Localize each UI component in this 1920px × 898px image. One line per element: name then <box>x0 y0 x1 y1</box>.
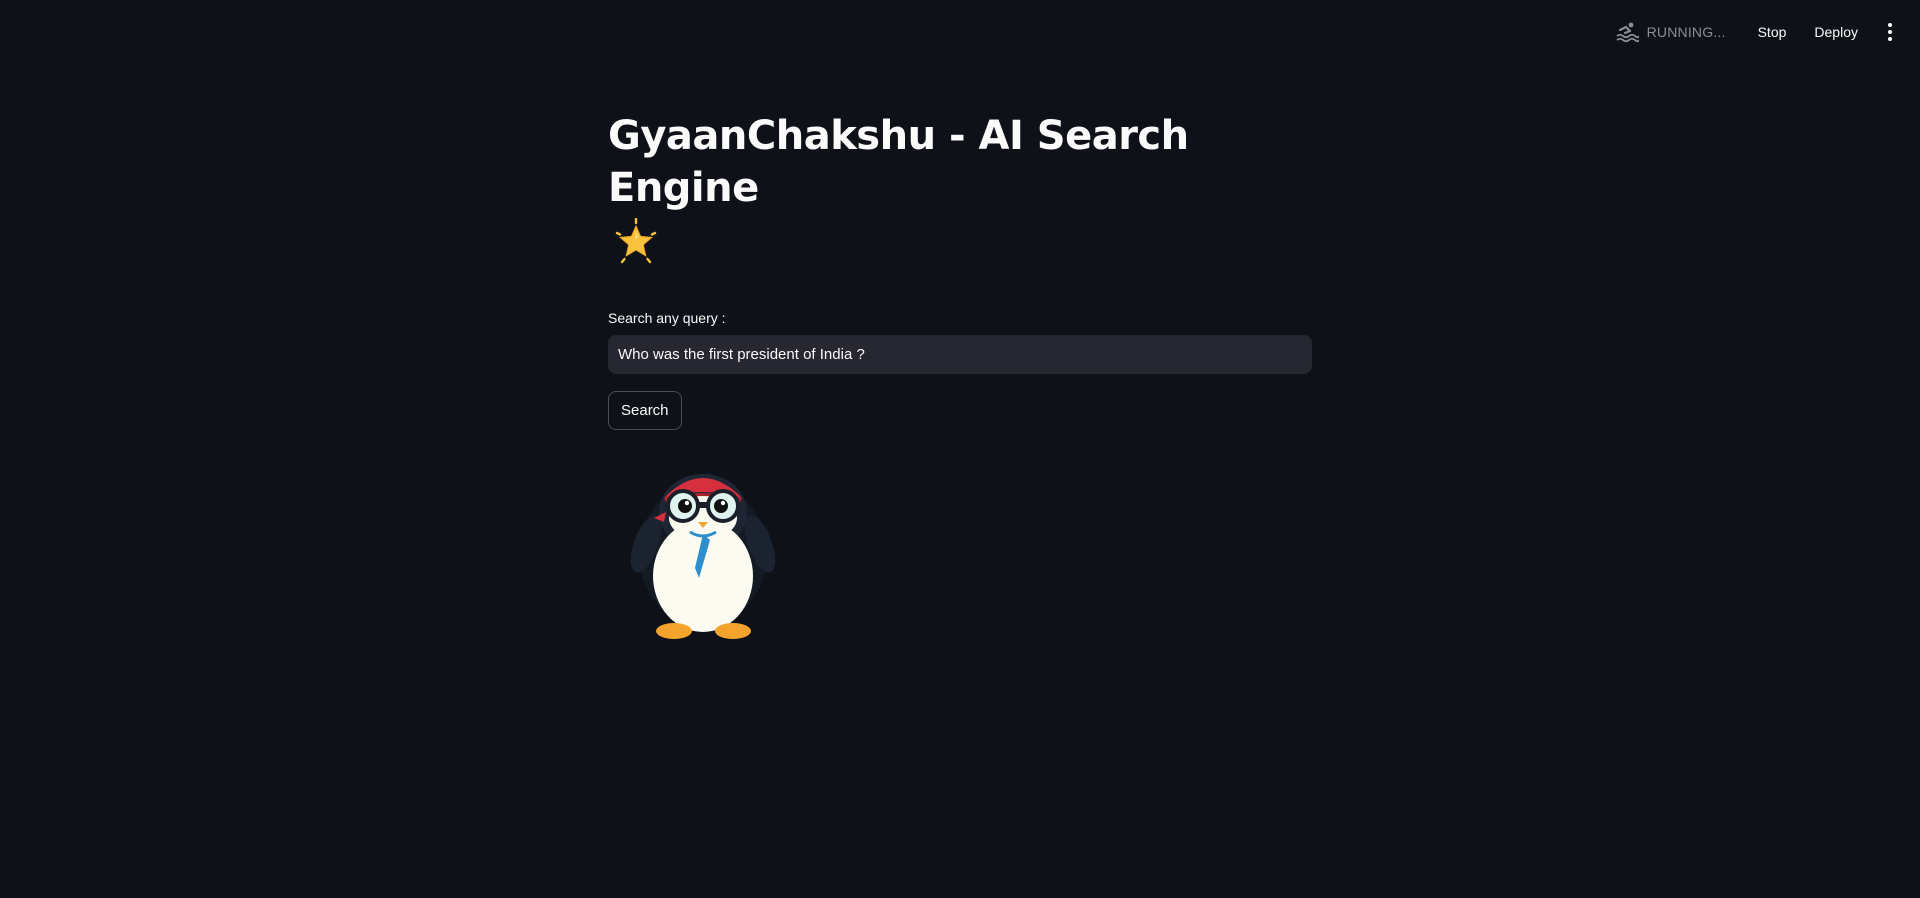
page-title: GyaanChakshu - AI Search Engine <box>608 113 1189 211</box>
menu-dot <box>1888 37 1892 41</box>
search-field-label: Search any query : <box>608 310 726 326</box>
status-text: RUNNING... <box>1646 24 1726 40</box>
search-button[interactable]: Search <box>608 391 682 430</box>
top-toolbar: RUNNING... Stop Deploy <box>1615 0 1920 64</box>
deploy-button[interactable]: Deploy <box>1804 18 1868 46</box>
stop-button[interactable]: Stop <box>1748 18 1797 46</box>
penguin-image <box>630 462 776 642</box>
app-root: RUNNING... Stop Deploy GyaanChakshu - AI… <box>0 0 1920 898</box>
main-content: GyaanChakshu - AI Search Engine Search a… <box>608 110 1312 642</box>
running-status: RUNNING... <box>1615 21 1726 43</box>
menu-dot <box>1888 23 1892 27</box>
search-input[interactable] <box>608 335 1312 374</box>
glowing-star-icon <box>612 217 660 266</box>
menu-dot <box>1888 30 1892 34</box>
kebab-menu-icon[interactable] <box>1878 16 1902 48</box>
swimmer-icon <box>1615 21 1640 43</box>
